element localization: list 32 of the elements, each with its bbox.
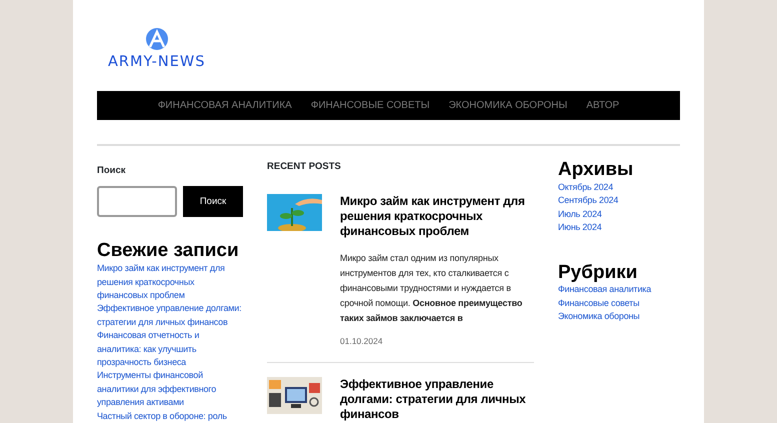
category-link[interactable]: Финансовая аналитика — [558, 283, 680, 297]
post-title[interactable]: Микро займ как инструмент для решения краткосрочных финансовых проблем — [340, 194, 534, 240]
archive-link[interactable]: Июль 2024 — [558, 208, 680, 222]
dashboard-picture — [267, 377, 322, 414]
plant-coins-picture — [267, 194, 322, 232]
widget-heading: Свежие записи — [97, 241, 240, 262]
excerpt-link[interactable]: Микро займ — [340, 253, 388, 264]
logo-icon — [144, 27, 169, 51]
recent-post-link[interactable]: Финансовая отчетность и аналитика: как улучшить прозрачность бизнеса — [97, 329, 243, 370]
nav-link[interactable]: ФИНАНСОВАЯ АНАЛИТИКА — [158, 98, 292, 113]
section-heading: RECENT POSTS — [267, 160, 342, 174]
search-button[interactable]: Поиск — [183, 186, 243, 218]
search-field[interactable] — [97, 186, 177, 218]
nav-link[interactable]: ФИНАНСОВЫЕ СОВЕТЫ — [310, 98, 430, 113]
recent-post-link[interactable]: Эффективное управление долгами: стратегии для личных финансов — [97, 302, 243, 330]
category-link[interactable]: Финансовые советы — [558, 296, 680, 310]
post-excerpt: Микро займ стал одним из популярных инструментов для тех, кто сталкивается с финансовыми трудностями и нуждается в срочной помощи. Основное преимущество таких займов заключается в — [340, 252, 524, 326]
category-link[interactable]: Экономика обороны — [558, 310, 680, 324]
recent-post-link[interactable]: Частный сектор в обороне: роль — [97, 410, 243, 423]
nav-link[interactable]: АВТОР — [586, 98, 620, 113]
recent-post-link[interactable]: Инструменты финансовой аналитики для эффективного управления активами — [97, 369, 243, 410]
archive-link[interactable]: Октябрь 2024 — [558, 180, 680, 194]
widget-heading: Рубрики — [558, 262, 638, 284]
post-title[interactable]: Эффективное управление долгами: стратегии для личных финансов — [340, 377, 534, 422]
search-label: Поиск — [97, 164, 127, 178]
logo-text[interactable]: ARMY-NEWS — [108, 55, 206, 70]
nav-link[interactable]: ЭКОНОМИКА ОБОРОНЫ — [448, 98, 568, 113]
widget-heading: Архивы — [558, 160, 634, 181]
recent-post-link[interactable]: Микро займ как инструмент для решения краткосрочных финансовых проблем — [97, 262, 243, 302]
archive-link[interactable]: Июнь 2024 — [558, 221, 680, 235]
archive-link[interactable]: Сентябрь 2024 — [558, 194, 680, 208]
post-date: 01.10.2024 — [340, 335, 384, 348]
